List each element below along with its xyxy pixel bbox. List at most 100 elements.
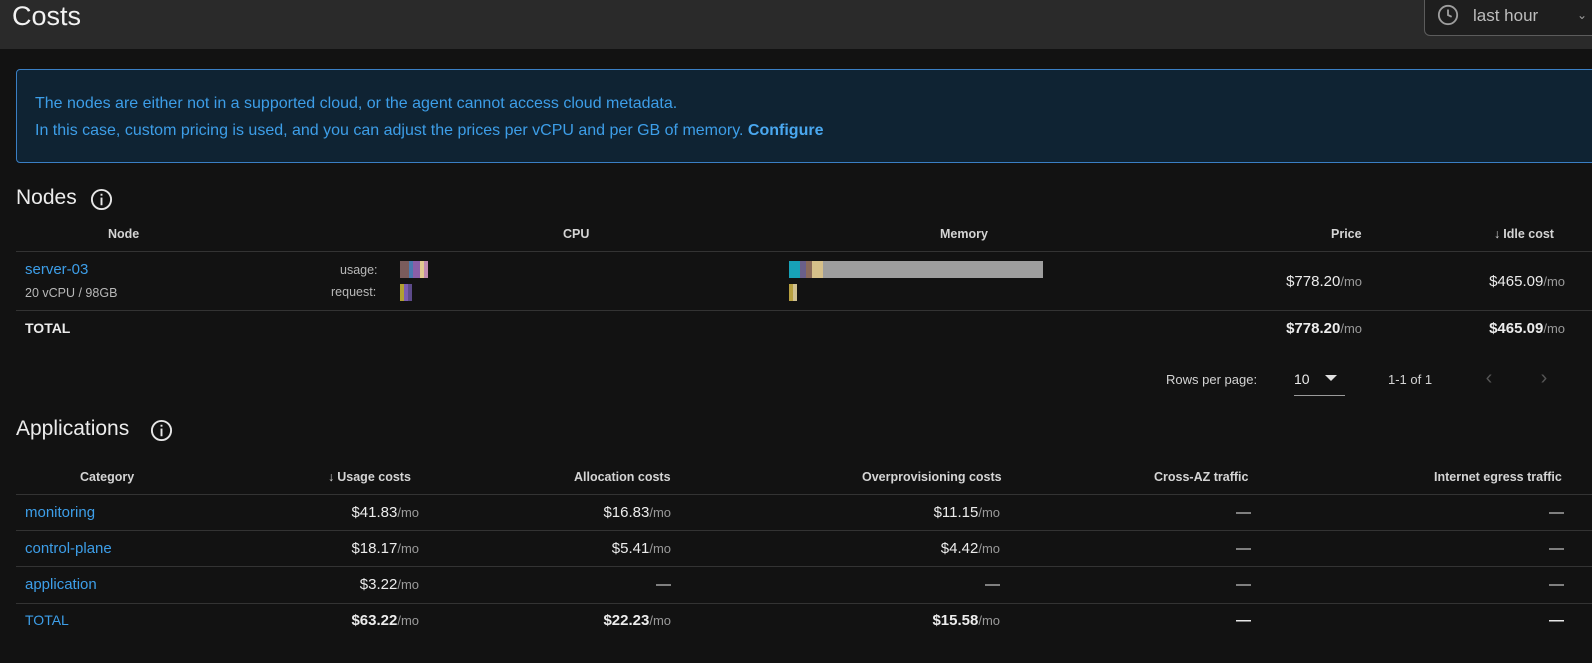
- top-bar: Costs last hour ⌄: [0, 0, 1592, 49]
- allocation-cost-value: $5.41: [611, 540, 650, 557]
- usage-cost: $41.83/mo: [351, 504, 419, 521]
- apps-header-overprovisioning-costs[interactable]: Overprovisioning costs: [862, 470, 1002, 484]
- apps-header-usage-costs-label: Usage costs: [337, 470, 411, 484]
- divider: [16, 494, 1592, 495]
- nodes-total-price-value: $778.20: [1286, 320, 1341, 337]
- nodes-header-node[interactable]: Node: [108, 227, 139, 241]
- node-price-value: $778.20: [1286, 273, 1341, 290]
- node-price: $778.20/mo: [1286, 273, 1362, 290]
- cpu-request-segment: [408, 284, 412, 301]
- nodes-total-idle: $465.09/mo: [1489, 320, 1565, 337]
- overprov-cost-value: $11.15: [933, 504, 979, 521]
- memory-usage-segment: [823, 261, 1043, 278]
- overprovisioning-cost: —: [985, 576, 1000, 593]
- memory-usage-bar: [789, 261, 1043, 278]
- alert-line-2-text: In this case, custom pricing is used, an…: [35, 122, 748, 139]
- category-link[interactable]: control-plane: [25, 540, 112, 557]
- unit-label: /mo: [978, 613, 1000, 628]
- page-title: Costs: [12, 1, 82, 31]
- node-price-unit: /mo: [1340, 274, 1362, 289]
- cross-az-cost: —: [1236, 576, 1251, 593]
- divider: [16, 530, 1592, 531]
- nodes-header-idle-cost[interactable]: ↓ Idle cost: [1494, 227, 1554, 241]
- node-name-link[interactable]: server-03: [25, 261, 88, 278]
- cpu-request-bar: [400, 284, 412, 301]
- apps-header-usage-costs[interactable]: ↓ Usage costs: [328, 470, 411, 484]
- usage-cost: $3.22/mo: [360, 576, 419, 593]
- nodes-info-icon[interactable]: [90, 188, 113, 211]
- cross-az-cost: —: [1236, 540, 1251, 557]
- apps-header-cross-az-traffic[interactable]: Cross-AZ traffic: [1154, 470, 1248, 484]
- unit-label: /mo: [397, 541, 419, 556]
- sort-down-icon: ↓: [1494, 227, 1501, 241]
- unit-label: /mo: [978, 541, 1000, 556]
- apps-total-label[interactable]: TOTAL: [25, 612, 69, 628]
- egress-cost: —: [1549, 504, 1564, 521]
- nodes-section-title: Nodes: [16, 186, 77, 209]
- memory-request-bar: [789, 284, 797, 301]
- usage-cost-value: $18.17: [351, 540, 398, 557]
- rows-per-page-value: 10: [1294, 371, 1310, 387]
- usage-cost-value: $41.83: [351, 504, 398, 521]
- alert-line-1: The nodes are either not in a supported …: [35, 95, 678, 112]
- usage-cost: $18.17/mo: [351, 540, 419, 557]
- total-egress-cost: —: [1549, 612, 1564, 629]
- apps-header-category[interactable]: Category: [80, 470, 134, 484]
- overprov-cost-value: $4.42: [940, 540, 979, 557]
- cpu-usage-segment: [424, 261, 428, 278]
- memory-usage-segment: [789, 261, 800, 278]
- cloud-metadata-alert: The nodes are either not in a supported …: [16, 69, 1592, 163]
- egress-cost: —: [1549, 540, 1564, 557]
- caret-down-icon: [1325, 375, 1337, 381]
- total-cross-az-cost: —: [1236, 612, 1251, 629]
- pagination-range: 1-1 of 1: [1388, 372, 1433, 387]
- node-idle-cost: $465.09/mo: [1489, 273, 1565, 290]
- memory-usage-segment: [812, 261, 823, 278]
- overprovisioning-cost: $11.15/mo: [934, 504, 1000, 521]
- alert-line-2: In this case, custom pricing is used, an…: [35, 122, 823, 140]
- divider: [16, 603, 1592, 604]
- allocation-cost: $5.41/mo: [612, 540, 671, 557]
- nodes-header-cpu[interactable]: CPU: [563, 227, 589, 241]
- applications-section-title: Applications: [16, 417, 130, 440]
- unit-label: /mo: [397, 577, 419, 592]
- allocation-cost-value: $16.83: [603, 504, 650, 521]
- category-link[interactable]: application: [25, 576, 97, 593]
- rows-per-page-select[interactable]: 10: [1294, 363, 1345, 396]
- nodes-total-label: TOTAL: [25, 320, 71, 336]
- divider: [16, 566, 1592, 567]
- applications-info-icon[interactable]: [150, 419, 173, 442]
- memory-request-segment: [793, 284, 797, 301]
- node-idle-unit: /mo: [1543, 274, 1565, 289]
- allocation-cost: —: [656, 576, 671, 593]
- nodes-header-memory[interactable]: Memory: [940, 227, 988, 241]
- total-allocation-value: $22.23: [603, 612, 650, 629]
- overprovisioning-cost: $4.42/mo: [941, 540, 1000, 557]
- category-link[interactable]: monitoring: [25, 504, 95, 521]
- cross-az-cost: —: [1236, 504, 1251, 521]
- cpu-usage-segment: [400, 261, 409, 278]
- next-page-button[interactable]: ›: [1534, 368, 1554, 388]
- unit-label: /mo: [397, 613, 419, 628]
- usage-label: usage:: [340, 263, 378, 277]
- nodes-total-price-unit: /mo: [1340, 321, 1362, 336]
- allocation-cost: $16.83/mo: [603, 504, 671, 521]
- rows-per-page-label: Rows per page:: [1166, 372, 1258, 387]
- divider: [16, 310, 1592, 311]
- unit-label: /mo: [978, 505, 1000, 520]
- cpu-usage-segment: [413, 261, 420, 278]
- apps-header-allocation-costs[interactable]: Allocation costs: [574, 470, 671, 484]
- apps-header-internet-egress[interactable]: Internet egress traffic: [1434, 470, 1562, 484]
- chevron-down-icon: ⌄: [1577, 8, 1588, 22]
- node-idle-value: $465.09: [1489, 273, 1544, 290]
- cpu-usage-bar: [400, 261, 428, 278]
- total-overprovisioning-cost: $15.58/mo: [932, 612, 1000, 629]
- nodes-header-price[interactable]: Price: [1331, 227, 1362, 241]
- unit-label: /mo: [649, 541, 671, 556]
- nodes-total-price: $778.20/mo: [1286, 320, 1362, 337]
- usage-cost-value: $3.22: [359, 576, 398, 593]
- previous-page-button[interactable]: ‹: [1479, 368, 1499, 388]
- time-range-picker[interactable]: last hour ⌄: [1424, 0, 1592, 36]
- configure-link[interactable]: Configure: [748, 122, 824, 139]
- total-allocation-cost: $22.23/mo: [603, 612, 671, 629]
